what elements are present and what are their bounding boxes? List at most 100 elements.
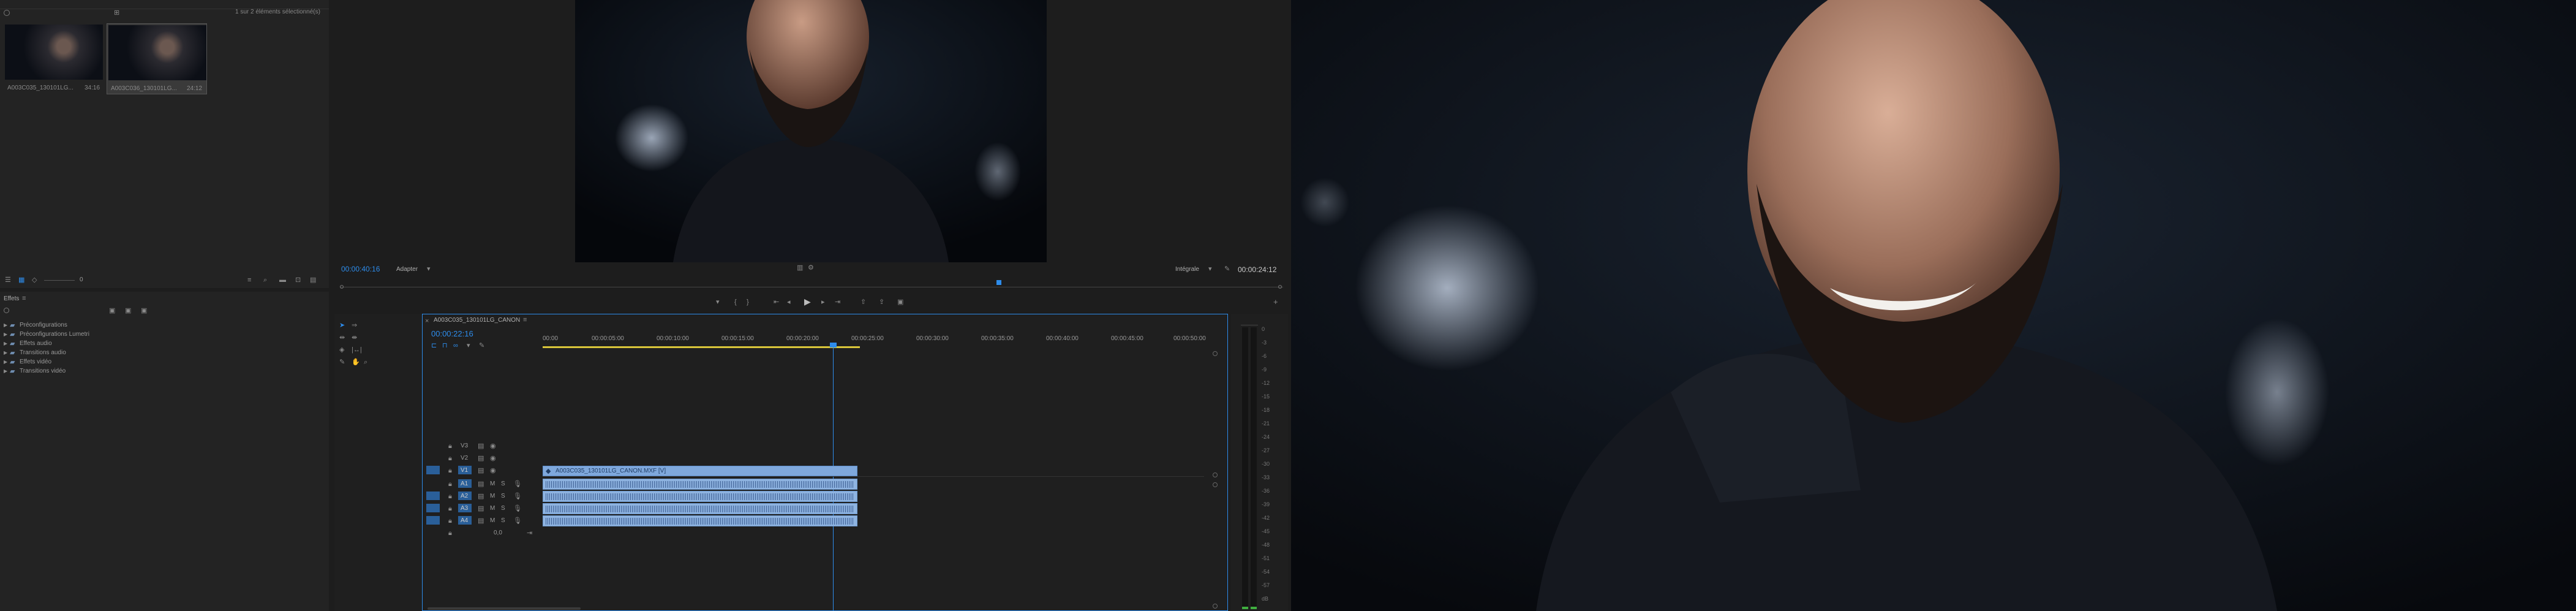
program-scrubber[interactable] <box>340 280 1283 290</box>
icon-view-icon[interactable]: ▦ <box>18 276 24 284</box>
close-icon[interactable]: × <box>425 317 429 325</box>
menu-icon[interactable]: ≡ <box>22 294 26 303</box>
sync-icon[interactable]: ▤ <box>478 442 484 450</box>
nest-icon[interactable]: ⊏ <box>431 341 437 350</box>
new-folder-icon[interactable]: ▬ <box>279 276 286 284</box>
sync-icon[interactable]: ▤ <box>478 480 484 488</box>
extract-icon[interactable]: ⇪ <box>879 298 884 306</box>
lock-icon[interactable]: 🔒︎ <box>448 466 452 475</box>
ripple-edit-icon[interactable]: ⇹ <box>339 333 345 342</box>
pen-tool-icon[interactable]: ✎ <box>339 358 345 366</box>
sync-icon[interactable]: ▤ <box>478 466 484 475</box>
source-patch-a2[interactable] <box>426 491 440 500</box>
scroll-handle[interactable] <box>1213 482 1218 487</box>
source-patch-a4[interactable] <box>426 516 440 525</box>
accelerated-effects-icon[interactable]: ▣ <box>109 306 115 315</box>
selection-tool-icon[interactable]: ➤ <box>339 321 345 330</box>
sync-icon[interactable]: ▤ <box>478 492 484 501</box>
audio-clip-a1[interactable] <box>543 479 857 490</box>
export-frame-icon[interactable]: ▣ <box>897 298 903 306</box>
yuv-effects-icon[interactable]: ▣ <box>141 306 147 315</box>
sync-icon[interactable]: ▤ <box>478 517 484 525</box>
track-header-a2[interactable]: 🔒︎ A2 ▤ M S 🎙︎ <box>426 491 540 502</box>
quality-dropdown[interactable]: Intégrale <box>1175 266 1199 273</box>
timeline-playhead[interactable] <box>833 343 834 611</box>
mute-button[interactable]: M <box>490 505 495 512</box>
track-header-a4[interactable]: 🔒︎ A4 ▤ M S 🎙︎ <box>426 515 540 526</box>
hand-tool-icon[interactable]: ✋ <box>352 358 360 366</box>
step-back-icon[interactable]: ◂ <box>787 298 791 306</box>
microphone-icon[interactable]: 🎙︎ <box>513 517 522 525</box>
work-area-bar[interactable] <box>543 346 860 348</box>
sort-icon[interactable]: ≡ <box>247 276 251 284</box>
eye-icon[interactable]: ◉ <box>490 466 496 475</box>
microphone-icon[interactable]: 🎙︎ <box>513 492 522 501</box>
lock-icon[interactable]: 🔒︎ <box>448 529 452 537</box>
microphone-icon[interactable]: 🎙︎ <box>513 480 522 488</box>
eye-icon[interactable]: ◉ <box>490 442 496 450</box>
freeform-view-icon[interactable]: ◇ <box>32 276 37 284</box>
search-icon[interactable] <box>4 10 10 16</box>
chevron-down-icon[interactable]: ▾ <box>1208 265 1212 273</box>
video-clip[interactable]: ◆ A003C035_130101LG_CANON.MXF [V] <box>543 466 857 476</box>
go-to-end-icon[interactable]: ⇥ <box>527 529 532 537</box>
new-item-icon[interactable]: ⊡ <box>295 276 301 284</box>
mute-button[interactable]: M <box>490 493 495 499</box>
project-search-input[interactable] <box>12 10 104 17</box>
marker-icon[interactable]: ▥ <box>797 264 803 272</box>
out-handle[interactable] <box>1278 285 1282 289</box>
audio-clip-a2[interactable] <box>543 491 857 502</box>
add-button-icon[interactable]: + <box>1273 298 1278 306</box>
linked-selection-icon[interactable]: ∞ <box>453 341 458 350</box>
go-to-out-icon[interactable]: ⇥ <box>835 298 840 306</box>
lift-icon[interactable]: ⇧ <box>861 298 866 306</box>
chevron-down-icon[interactable]: ▾ <box>427 265 431 273</box>
source-patch-a3[interactable] <box>426 504 440 512</box>
mark-in-icon[interactable]: { <box>734 298 737 306</box>
wrench-icon[interactable]: ✎ <box>1224 265 1230 273</box>
lock-icon[interactable]: 🔒︎ <box>448 480 452 488</box>
zoom-slider[interactable] <box>44 280 75 281</box>
zoom-tool-icon[interactable]: ⌕ <box>364 358 367 366</box>
program-current-timecode[interactable]: 00:00:40:16 <box>341 265 380 273</box>
mute-button[interactable]: M <box>490 517 495 524</box>
mark-out-icon[interactable]: } <box>747 298 749 306</box>
rolling-edit-icon[interactable]: ⇼ <box>352 333 357 342</box>
razor-tool-icon[interactable]: ◈ <box>339 346 344 354</box>
snap-icon[interactable]: ⊓ <box>442 341 448 350</box>
solo-button[interactable]: S <box>501 517 505 524</box>
go-to-in-icon[interactable]: ⇤ <box>774 298 779 306</box>
lock-icon[interactable]: 🔒︎ <box>448 517 452 525</box>
in-handle[interactable] <box>340 285 344 289</box>
track-header-a1[interactable]: 🔒︎ A1 ▤ M S 🎙︎ <box>426 479 540 490</box>
project-item[interactable]: A003C035_130101LG... 34:16 <box>5 25 103 93</box>
lock-icon[interactable]: 🔒︎ <box>448 442 452 450</box>
lock-icon[interactable]: 🔒︎ <box>448 492 452 501</box>
new-bin-icon[interactable]: ⊞ <box>114 9 119 17</box>
audio-clip-a4[interactable] <box>543 515 857 526</box>
mute-button[interactable]: M <box>490 480 495 487</box>
playhead-handle[interactable] <box>830 343 837 347</box>
time-ruler[interactable]: 00:00 00:00:05:00 00:00:10:00 00:00:15:0… <box>543 335 1206 355</box>
sync-icon[interactable]: ▤ <box>478 454 484 463</box>
playhead-indicator[interactable] <box>996 280 1001 285</box>
master-volume[interactable]: 0,0 <box>494 529 502 536</box>
lock-icon[interactable]: 🔒︎ <box>448 504 452 513</box>
source-patch-v1[interactable] <box>426 466 440 474</box>
wrench-icon[interactable]: ✎ <box>479 341 484 350</box>
scroll-handle[interactable] <box>1213 472 1218 477</box>
search-icon[interactable] <box>4 308 9 313</box>
track-header-v1[interactable]: 🔒︎ V1 ▤ ◉ <box>426 465 540 476</box>
track-header-v3[interactable]: 🔒︎ V3 ▤ ◉ <box>426 441 540 452</box>
step-forward-icon[interactable]: ▸ <box>821 298 825 306</box>
track-header-a3[interactable]: 🔒︎ A3 ▤ M S 🎙︎ <box>426 503 540 514</box>
scroll-handle[interactable] <box>1213 604 1218 609</box>
scroll-handle[interactable] <box>1213 351 1218 356</box>
list-view-icon[interactable]: ☰ <box>5 276 11 284</box>
lock-icon[interactable]: 🔒︎ <box>448 454 452 463</box>
solo-button[interactable]: S <box>501 480 505 487</box>
track-header-v2[interactable]: 🔒︎ V2 ▤ ◉ <box>426 453 540 464</box>
microphone-icon[interactable]: 🎙︎ <box>513 504 522 513</box>
find-icon[interactable]: ⌕ <box>263 276 267 284</box>
menu-icon[interactable]: ≡ <box>523 316 527 324</box>
